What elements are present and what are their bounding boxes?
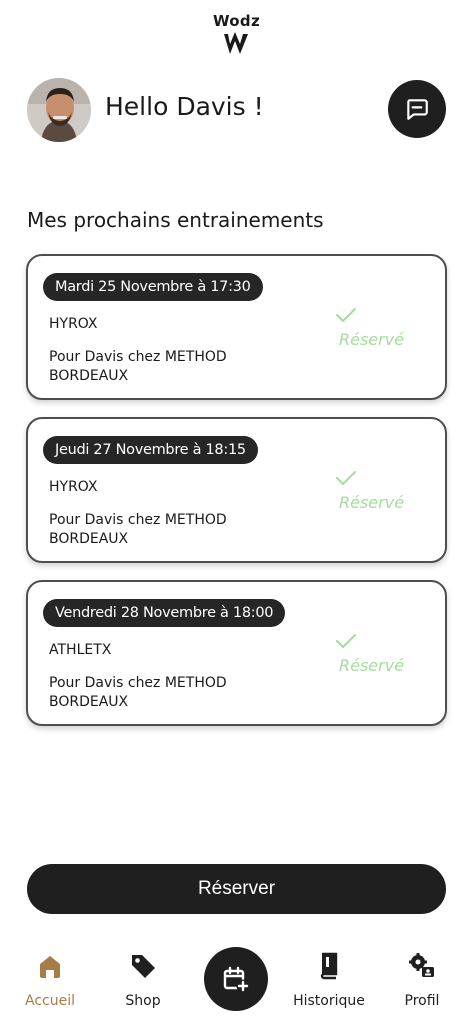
session-date: Mardi 25 Novembre à 17:30 — [43, 273, 263, 301]
session-activity: HYROX — [49, 479, 98, 495]
nav-label: Profil — [404, 993, 440, 1009]
session-status: Réservé — [339, 493, 405, 512]
chat-icon — [407, 99, 428, 120]
nav-label: Accueil — [25, 993, 75, 1009]
book-icon — [320, 952, 338, 980]
nav-item-accueil[interactable]: Accueil — [5, 950, 95, 1009]
section-title: Mes prochains entrainements — [27, 208, 324, 232]
avatar-photo — [27, 78, 91, 142]
session-card[interactable]: Jeudi 27 Novembre à 18:15 HYROX Pour Dav… — [26, 417, 447, 563]
nav-label: Shop — [125, 993, 161, 1009]
session-card[interactable]: Vendredi 28 Novembre à 18:00 ATHLETX Pou… — [26, 580, 447, 726]
brand-logo-icon — [223, 32, 248, 54]
calendar-add-icon — [223, 966, 250, 993]
check-icon — [336, 634, 356, 648]
nav-item-historique[interactable]: Historique — [284, 950, 374, 1009]
brand-header: Wodz — [0, 12, 473, 56]
session-description: Pour Davis chez METHOD BORDEAUX — [49, 512, 227, 547]
brand-name: Wodz — [213, 12, 260, 30]
check-icon — [336, 308, 356, 322]
session-status: Réservé — [339, 330, 405, 349]
session-activity: HYROX — [49, 316, 98, 332]
user-settings-icon — [409, 953, 434, 977]
session-card[interactable]: Mardi 25 Novembre à 17:30 HYROX Pour Dav… — [26, 254, 447, 400]
greeting: Hello Davis ! — [105, 92, 264, 121]
session-activity: ATHLETX — [49, 642, 112, 658]
avatar[interactable] — [27, 78, 91, 142]
chat-button[interactable] — [388, 80, 446, 138]
session-description: Pour Davis chez METHOD BORDEAUX — [49, 675, 227, 710]
bottom-nav: Accueil Shop Historique Profil — [0, 940, 473, 1024]
session-status: Réservé — [339, 656, 405, 675]
tag-icon — [132, 955, 155, 978]
check-icon — [336, 471, 356, 485]
session-date: Vendredi 28 Novembre à 18:00 — [43, 599, 286, 627]
session-description: Pour Davis chez METHOD BORDEAUX — [49, 349, 227, 384]
nav-item-booking[interactable] — [204, 947, 268, 1011]
nav-item-profil[interactable]: Profil — [377, 950, 467, 1009]
session-date: Jeudi 27 Novembre à 18:15 — [43, 436, 258, 464]
home-icon — [40, 956, 60, 978]
reserve-button[interactable]: Réserver — [27, 864, 446, 914]
nav-item-shop[interactable]: Shop — [98, 950, 188, 1009]
nav-label: Historique — [293, 993, 365, 1009]
user-header: Hello Davis ! — [27, 78, 446, 142]
